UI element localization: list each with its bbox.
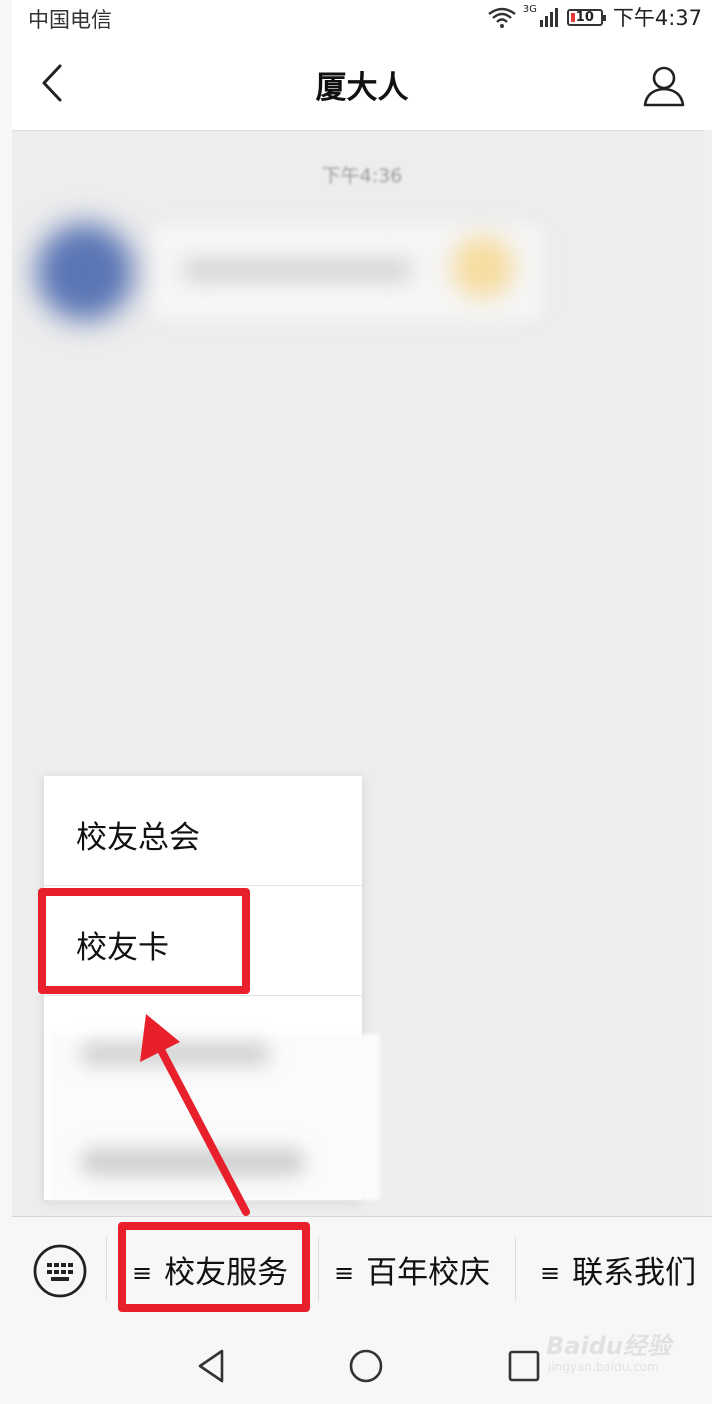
- blurred-message-text: [182, 259, 412, 281]
- carrier-name: 中国电信: [28, 8, 112, 32]
- status-bar: 中国电信 3G 10 下午4:37: [12, 0, 712, 34]
- screen-edge-right: [704, 130, 712, 1216]
- menu-tab-label: 联系我们: [572, 1255, 697, 1291]
- square-recents-icon: [508, 1350, 540, 1382]
- blurred-menu-item[interactable]: [80, 1042, 270, 1066]
- menu-lines-icon: ≡: [132, 1259, 153, 1287]
- screen-edge: [0, 0, 12, 1404]
- submenu-item-label: 校友卡: [76, 930, 169, 966]
- keyboard-icon: [33, 1244, 87, 1298]
- network-type: 3G: [522, 3, 537, 15]
- keyboard-toggle-button[interactable]: [32, 1243, 88, 1299]
- menu-tab-centennial[interactable]: ≡ 百年校庆: [334, 1247, 490, 1297]
- nav-back-button[interactable]: [192, 1346, 232, 1386]
- circle-home-icon: [349, 1349, 383, 1383]
- submenu-item-alumni-association[interactable]: 校友总会: [44, 776, 362, 886]
- sender-avatar: [36, 223, 134, 321]
- status-indicators: 3G 10 下午4:37: [487, 3, 702, 31]
- status-time: 下午4:37: [612, 6, 702, 30]
- battery-icon: 10: [566, 8, 606, 26]
- menu-lines-icon: ≡: [334, 1259, 355, 1287]
- divider: [318, 1237, 319, 1301]
- page-title: 厦大人: [315, 70, 409, 106]
- emoji-icon: [452, 236, 514, 298]
- menu-tab-contact-us[interactable]: ≡ 联系我们: [540, 1247, 696, 1297]
- menu-tab-label: 校友服务: [164, 1255, 289, 1291]
- watermark-url: jingyan.baidu.com: [548, 1360, 659, 1374]
- submenu-item-alumni-card[interactable]: 校友卡: [44, 886, 362, 996]
- battery-level: 10: [575, 9, 594, 25]
- custom-menu-bar: ≡ 校友服务 ≡ 百年校庆 ≡ 联系我们: [12, 1216, 712, 1326]
- menu-tab-alumni-service[interactable]: ≡ 校友服务: [132, 1247, 288, 1297]
- triangle-back-icon: [198, 1349, 224, 1383]
- nav-home-button[interactable]: [346, 1346, 386, 1386]
- watermark: Baidu经验 jingyan.baidu.com: [540, 1320, 710, 1380]
- signal-icon: [539, 6, 561, 28]
- blurred-menu-item[interactable]: [80, 1148, 305, 1176]
- divider: [515, 1237, 516, 1301]
- nav-recents-button[interactable]: [504, 1346, 544, 1386]
- menu-tab-label: 百年校庆: [366, 1255, 491, 1291]
- submenu-item-label: 校友总会: [76, 820, 200, 856]
- message-timestamp: 下午4:36: [321, 165, 403, 187]
- user-icon: [643, 66, 685, 107]
- profile-button[interactable]: [642, 64, 686, 108]
- wifi-icon: [487, 6, 517, 28]
- watermark-logo: Baidu经验: [546, 1332, 671, 1360]
- chat-header: 厦大人: [12, 34, 712, 131]
- divider: [106, 1237, 107, 1301]
- menu-lines-icon: ≡: [540, 1259, 561, 1287]
